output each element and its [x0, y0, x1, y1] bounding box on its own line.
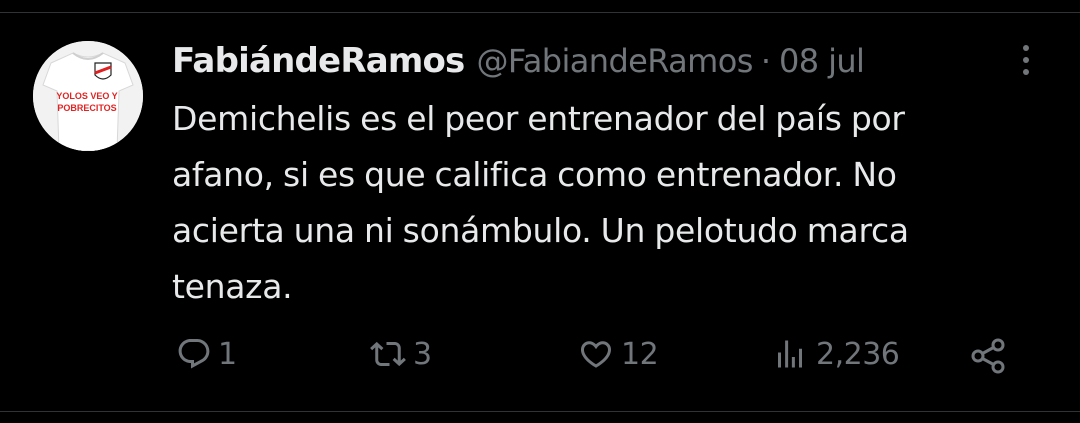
reply-count: 1 [218, 336, 237, 372]
bottom-divider [0, 411, 1080, 412]
tweet-date[interactable]: 08 jul [779, 42, 865, 80]
share-button[interactable] [969, 336, 1009, 376]
views-count: 2,236 [816, 336, 900, 372]
avatar-image: YOLOS VEO Y POBRECITOS [33, 41, 143, 151]
repost-icon [370, 341, 406, 367]
reply-icon [178, 339, 210, 369]
reply-button[interactable]: 1 [176, 336, 237, 372]
repost-count: 3 [413, 336, 432, 372]
like-button[interactable]: 12 [577, 336, 659, 372]
like-count: 12 [621, 336, 659, 372]
action-bar: 1 3 12 2,236 [0, 330, 1080, 390]
avatar[interactable]: YOLOS VEO Y POBRECITOS [33, 41, 143, 151]
tweet-header: FabiándeRamos @FabiandeRamos · 08 jul [172, 38, 865, 84]
shirt-text-line2: POBRECITOS [57, 103, 116, 113]
tweet-text: Demichelis es el peor entrenador del paí… [172, 99, 909, 306]
views-icon [778, 340, 802, 368]
separator-dot: · [760, 42, 771, 80]
display-name[interactable]: FabiándeRamos [172, 41, 465, 81]
shirt-text-line1: YOLOS VEO Y [56, 91, 117, 101]
top-divider [0, 12, 1080, 13]
user-handle[interactable]: @FabiandeRamos [476, 42, 753, 80]
tweet-card[interactable]: YOLOS VEO Y POBRECITOS FabiándeRamos @Fa… [0, 0, 1080, 423]
share-icon [971, 338, 1005, 374]
more-icon [1023, 45, 1029, 75]
heart-icon [580, 341, 612, 368]
views-button[interactable]: 2,236 [770, 336, 900, 372]
more-options-button[interactable] [1006, 40, 1046, 80]
repost-button[interactable]: 3 [369, 336, 432, 372]
